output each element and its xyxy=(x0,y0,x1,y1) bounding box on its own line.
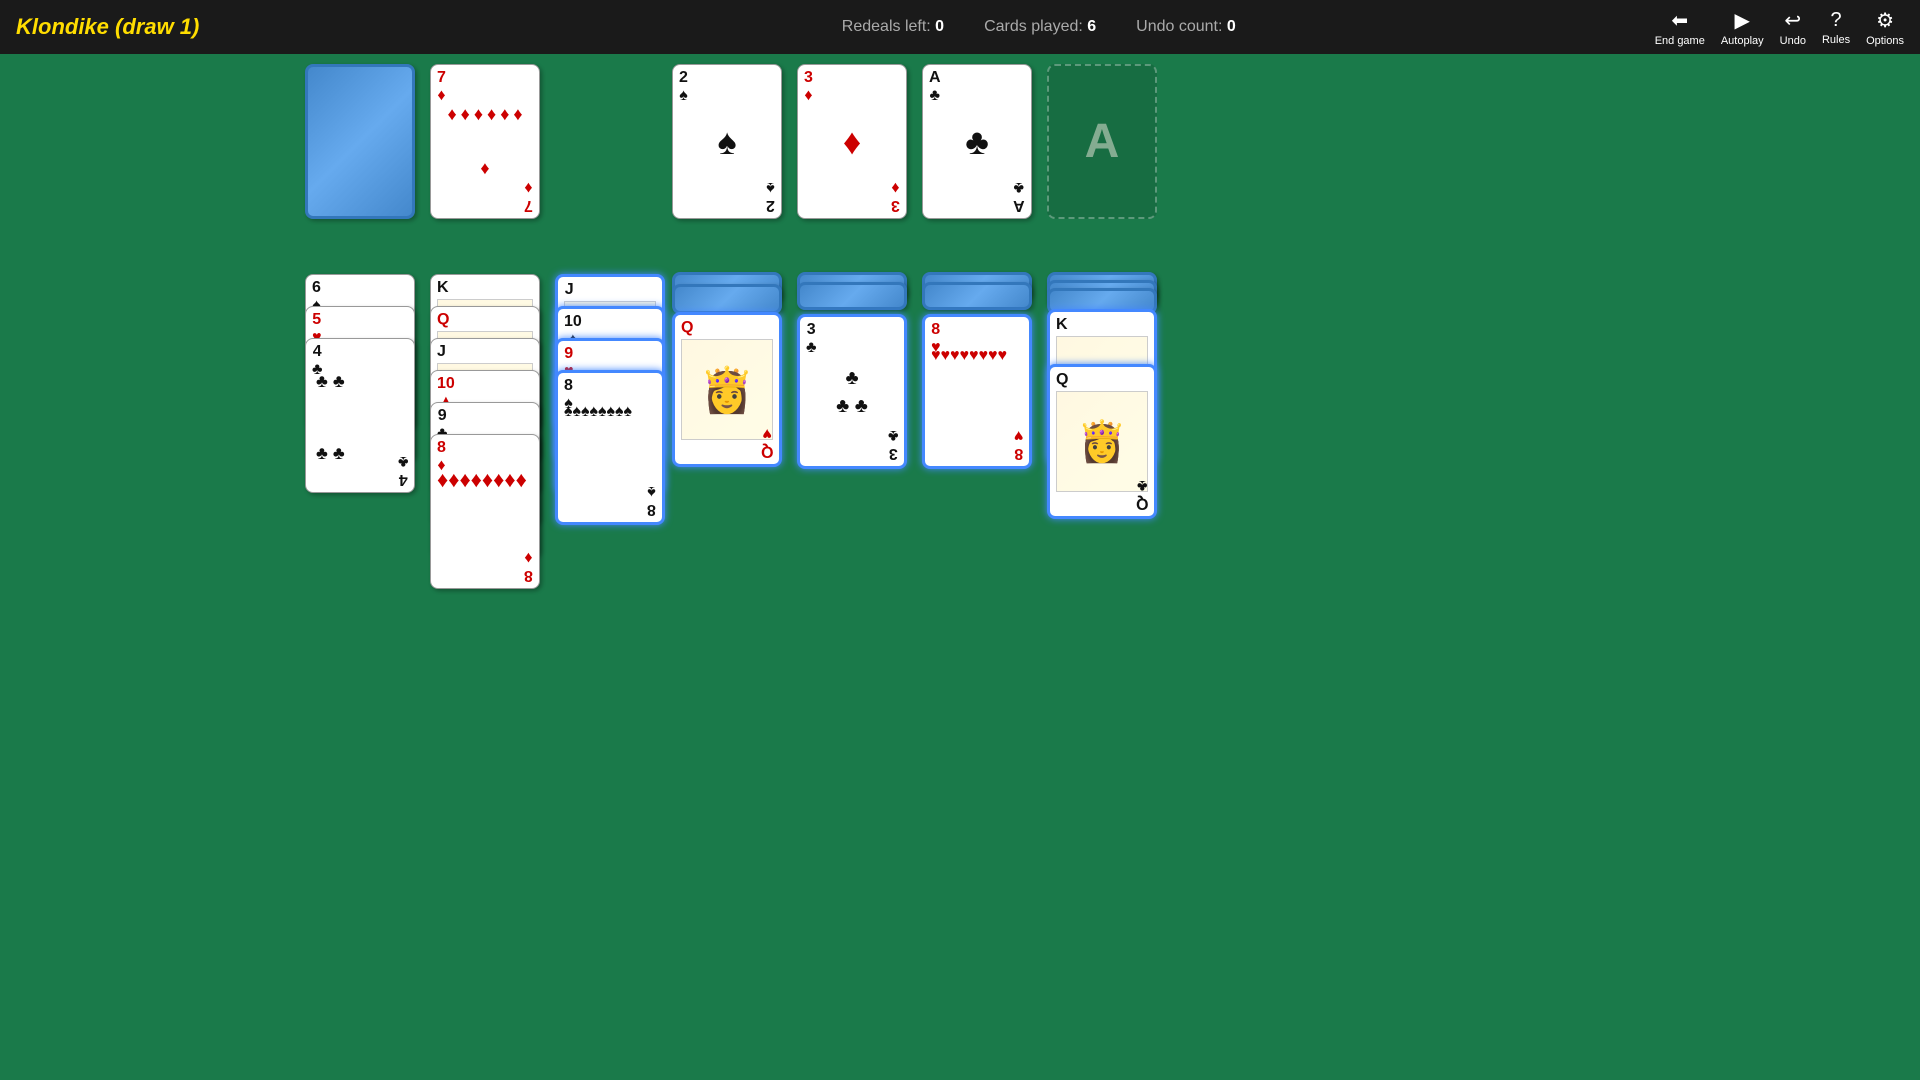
cards-played-label: Cards played: 6 xyxy=(984,18,1096,36)
autoplay-icon: ▶ xyxy=(1735,8,1750,33)
options-button[interactable]: ⚙ Options xyxy=(1866,8,1904,47)
undo-button[interactable]: ↩ Undo xyxy=(1780,8,1806,47)
tableau-col6-8h[interactable]: 8♥ ♥♥♥♥♥♥♥♥ 8♥ xyxy=(922,314,1032,469)
rules-icon: ? xyxy=(1830,9,1841,32)
stock-pile[interactable] xyxy=(305,64,415,219)
tableau-col1-card3[interactable]: 4♣ ♣ ♣ ♣ ♣ 4♣ xyxy=(305,338,415,493)
tableau-col6-back2 xyxy=(922,282,1032,310)
game-area: 7♦ ♦♦♦ ♦♦♦ ♦ 7♦ 2♠ ♠ 2♠ 3♦ ♦ 3♦ A♣ xyxy=(0,54,1920,1080)
tableau-col3-8s[interactable]: 8♠ ♠♠♠♠♠♠♠♠ 8♠ xyxy=(555,370,665,525)
foundation-1-2s[interactable]: 2♠ ♠ 2♠ xyxy=(672,64,782,219)
tableau-col4-queen-hearts[interactable]: Q♥ 👸 Q♥ xyxy=(672,312,782,467)
tableau-col4-back2 xyxy=(672,284,782,314)
tableau-col5-3c[interactable]: 3♣ ♣♣ ♣ 3♣ xyxy=(797,314,907,469)
foundation-4-empty[interactable]: A xyxy=(1047,64,1157,219)
undo-count-label: Undo count: 0 xyxy=(1136,18,1236,36)
autoplay-button[interactable]: ▶ Autoplay xyxy=(1721,8,1764,47)
redeals-label: Redeals left: 0 xyxy=(842,18,944,36)
tableau-col5-back2 xyxy=(797,282,907,310)
foundation-3-ac[interactable]: A♣ ♣ A♣ xyxy=(922,64,1032,219)
header-controls: ⬅ End game ▶ Autoplay ↩ Undo ? Rules ⚙ O… xyxy=(1655,8,1904,47)
tableau-col7-queen[interactable]: Q♣ 👸 Q♣ xyxy=(1047,364,1157,519)
waste-card-7d[interactable]: 7♦ ♦♦♦ ♦♦♦ ♦ 7♦ xyxy=(430,64,540,219)
game-header: Klondike (draw 1) Redeals left: 0 Cards … xyxy=(0,0,1920,54)
tableau-col2-8d[interactable]: 8♦ ♦♦♦♦♦♦♦♦ 8♦ xyxy=(430,434,540,589)
end-game-icon: ⬅ xyxy=(1671,8,1688,33)
rules-button[interactable]: ? Rules xyxy=(1822,9,1850,46)
foundation-2-3d[interactable]: 3♦ ♦ 3♦ xyxy=(797,64,907,219)
header-stats: Redeals left: 0 Cards played: 6 Undo cou… xyxy=(842,18,1236,36)
undo-icon: ↩ xyxy=(1784,8,1801,33)
game-title: Klondike (draw 1) xyxy=(16,14,199,40)
options-icon: ⚙ xyxy=(1876,8,1894,33)
end-game-button[interactable]: ⬅ End game xyxy=(1655,8,1705,47)
